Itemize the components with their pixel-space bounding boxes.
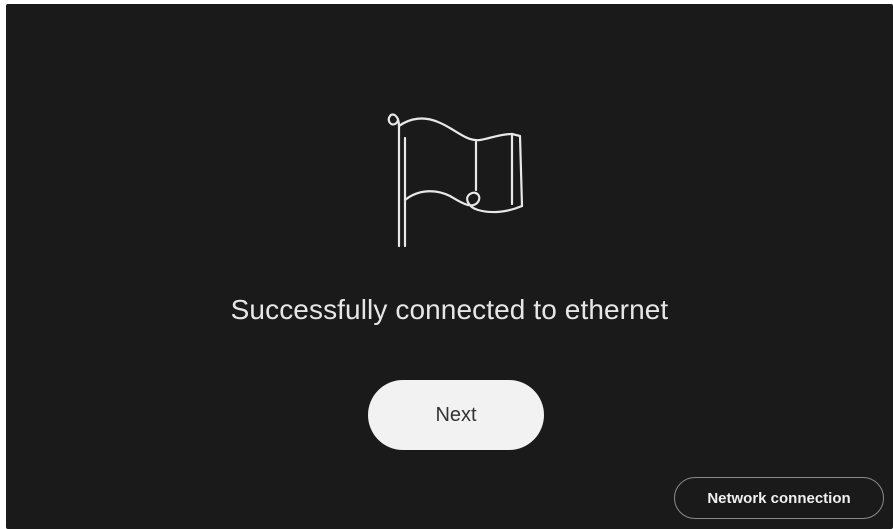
network-connection-button[interactable]: Network connection — [674, 477, 884, 519]
status-message: Successfully connected to ethernet — [230, 294, 669, 325]
flag-icon — [387, 113, 524, 248]
next-button[interactable]: Next — [368, 380, 544, 450]
setup-screen: Successfully connected to ethernet Next … — [6, 4, 893, 529]
